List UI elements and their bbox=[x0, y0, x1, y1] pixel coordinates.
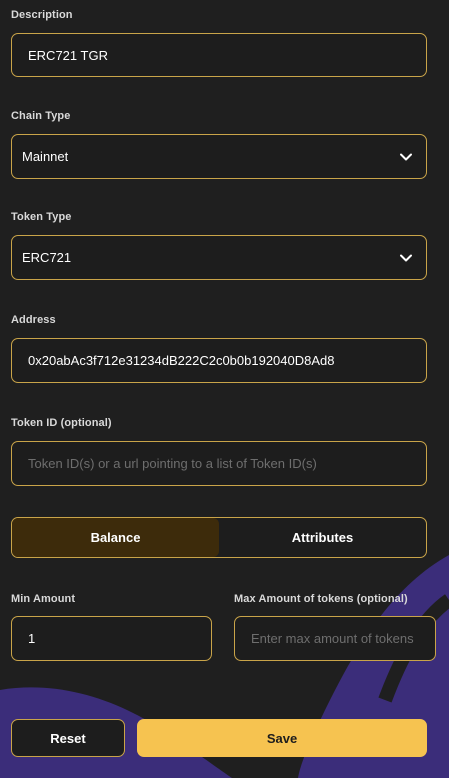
token-id-label: Token ID (optional) bbox=[11, 417, 112, 429]
toggle-balance[interactable]: Balance bbox=[12, 518, 219, 557]
token-id-field[interactable] bbox=[11, 441, 427, 486]
max-amount-field[interactable] bbox=[234, 616, 436, 661]
chevron-down-icon bbox=[400, 254, 412, 261]
address-value: 0x20abAc3f712e31234dB222C2c0b0b192040D8A… bbox=[28, 353, 335, 368]
token-type-label: Token Type bbox=[11, 211, 72, 223]
mode-toggle: Balance Attributes bbox=[11, 517, 427, 558]
description-value: ERC721 TGR bbox=[28, 47, 108, 63]
min-amount-value: 1 bbox=[28, 631, 36, 646]
reset-button[interactable]: Reset bbox=[11, 719, 125, 757]
token-gate-form: Description ERC721 TGR Chain Type Mainne… bbox=[0, 0, 449, 778]
max-amount-input[interactable] bbox=[235, 631, 435, 646]
description-input[interactable]: ERC721 TGR bbox=[11, 33, 427, 77]
token-id-input[interactable] bbox=[12, 456, 426, 471]
min-amount-label: Min Amount bbox=[11, 593, 76, 605]
description-label: Description bbox=[11, 9, 73, 21]
address-input[interactable]: 0x20abAc3f712e31234dB222C2c0b0b192040D8A… bbox=[11, 338, 427, 383]
save-button[interactable]: Save bbox=[137, 719, 427, 757]
toggle-attributes[interactable]: Attributes bbox=[219, 518, 426, 557]
chain-type-label: Chain Type bbox=[11, 110, 71, 122]
min-amount-input[interactable]: 1 bbox=[11, 616, 212, 661]
max-amount-label: Max Amount of tokens (optional) bbox=[234, 593, 408, 605]
chain-type-value: Mainnet bbox=[22, 149, 69, 164]
token-type-value: ERC721 bbox=[22, 250, 72, 265]
chain-type-select[interactable]: Mainnet bbox=[11, 134, 427, 179]
address-label: Address bbox=[11, 314, 56, 326]
chevron-down-icon bbox=[400, 153, 412, 160]
token-type-select[interactable]: ERC721 bbox=[11, 235, 427, 280]
